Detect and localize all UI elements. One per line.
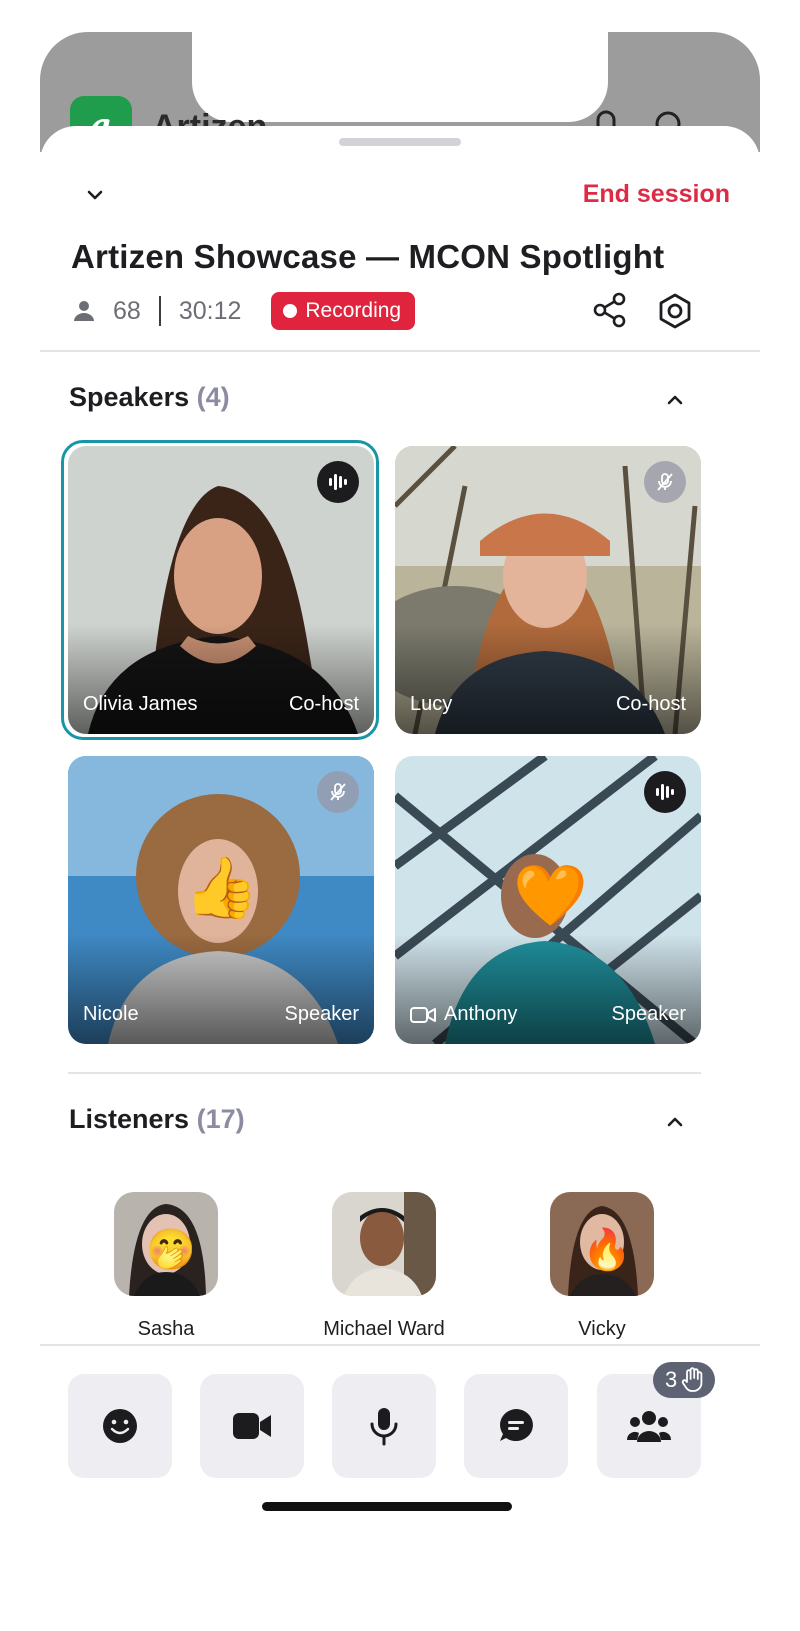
raised-hands-count: 3	[665, 1367, 678, 1392]
speaker-tile[interactable]: Olivia James Co-host	[68, 446, 374, 734]
speakers-divider	[68, 1072, 701, 1074]
listeners-title: Listeners	[69, 1104, 190, 1134]
listener-item[interactable]: 🤭 Sasha	[66, 1192, 266, 1341]
muted-indicator	[644, 461, 686, 503]
room-title: Artizen Showcase — MCON Spotlight	[71, 238, 665, 275]
speaker-name: Nicole	[83, 1003, 139, 1025]
video-camera-icon	[233, 1413, 271, 1439]
camera-toggle-button[interactable]	[200, 1374, 304, 1478]
avatar: 🔥	[550, 1192, 654, 1296]
listener-name: Michael Ward	[323, 1318, 445, 1340]
tile-gradient	[68, 624, 374, 734]
home-indicator[interactable]	[262, 1502, 512, 1511]
tile-gradient	[395, 624, 701, 734]
collapse-button[interactable]	[70, 170, 120, 220]
speaking-indicator	[317, 461, 359, 503]
recording-badge: Recording	[271, 292, 416, 330]
listener-item[interactable]: 🔥 Vicky	[502, 1192, 702, 1341]
microphone-icon	[370, 1408, 398, 1446]
chevron-up-icon	[667, 1117, 683, 1127]
live-session-sheet: End session Artizen Showcase — MCON Spot…	[40, 126, 760, 1631]
speaker-role: Co-host	[615, 693, 686, 715]
speakers-collapse-button[interactable]	[655, 380, 695, 420]
chevron-up-icon	[667, 395, 683, 405]
session-timer: 30:12	[178, 296, 242, 325]
speaker-name: Olivia James	[83, 693, 198, 715]
speakers-title: Speakers	[69, 382, 190, 412]
speaker-name: Lucy	[410, 693, 453, 715]
recording-dot-icon	[283, 304, 298, 318]
speaker-name-row: Anthony	[410, 1003, 517, 1026]
participant-count: 68	[113, 296, 141, 325]
speaker-role: Speaker	[611, 1003, 687, 1025]
listeners-collapse-button[interactable]	[655, 1102, 695, 1142]
audio-waveform-icon	[329, 474, 347, 490]
chevron-down-icon	[87, 190, 103, 200]
recording-label: Recording	[305, 299, 402, 322]
speaker-tile[interactable]: 🧡 Anthony Speaker	[395, 756, 701, 1044]
reactions-button[interactable]	[68, 1374, 172, 1478]
speaker-name: Anthony	[444, 1003, 518, 1025]
reaction-emoji: 👍	[184, 854, 259, 921]
reaction-emoji: 🤭	[146, 1228, 196, 1272]
microphone-muted-icon	[657, 473, 673, 491]
header-divider	[40, 350, 760, 352]
session-meta: 68 30:12 Recording	[71, 291, 416, 331]
reaction-emoji: 🔥	[582, 1228, 632, 1272]
speaker-tile[interactable]: 👍 Nicole Speaker	[68, 756, 374, 1044]
raised-hands-badge[interactable]: 3	[653, 1362, 716, 1398]
speaker-tile[interactable]: Lucy Co-host	[395, 446, 701, 734]
raised-hand-icon	[682, 1367, 703, 1392]
chat-button[interactable]	[464, 1374, 568, 1478]
muted-indicator	[317, 771, 359, 813]
reaction-emoji: 🧡	[513, 862, 588, 929]
speakers-section-title: Speakers (4)	[69, 382, 230, 413]
sheet-grabber[interactable]	[339, 138, 461, 146]
microphone-muted-icon	[330, 783, 346, 801]
end-session-button[interactable]: End session	[583, 180, 730, 209]
speaker-role: Co-host	[288, 693, 359, 715]
people-icon	[627, 1411, 671, 1442]
avatar	[332, 1192, 436, 1296]
speaker-role: Speaker	[284, 1003, 360, 1025]
listeners-count: (17)	[196, 1104, 245, 1134]
speakers-count: (4)	[196, 382, 230, 412]
tile-gradient	[395, 934, 701, 1044]
listener-name: Sasha	[137, 1318, 195, 1340]
audio-waveform-icon	[656, 784, 674, 800]
chat-icon	[500, 1409, 533, 1441]
listener-item[interactable]: Michael Ward	[284, 1192, 484, 1341]
meta-separator	[158, 296, 161, 326]
listeners-section-title: Listeners (17)	[69, 1104, 245, 1135]
video-camera-icon	[410, 1006, 436, 1023]
listener-name: Vicky	[578, 1318, 626, 1340]
microphone-toggle-button[interactable]	[332, 1374, 436, 1478]
emoji-icon	[103, 1409, 137, 1443]
settings-icon[interactable]	[654, 290, 696, 332]
toolbar-divider	[40, 1344, 760, 1346]
tile-gradient	[68, 934, 374, 1044]
person-icon	[74, 301, 94, 321]
speaking-indicator	[644, 771, 686, 813]
avatar: 🤭	[114, 1192, 218, 1296]
share-icon[interactable]	[590, 290, 630, 330]
